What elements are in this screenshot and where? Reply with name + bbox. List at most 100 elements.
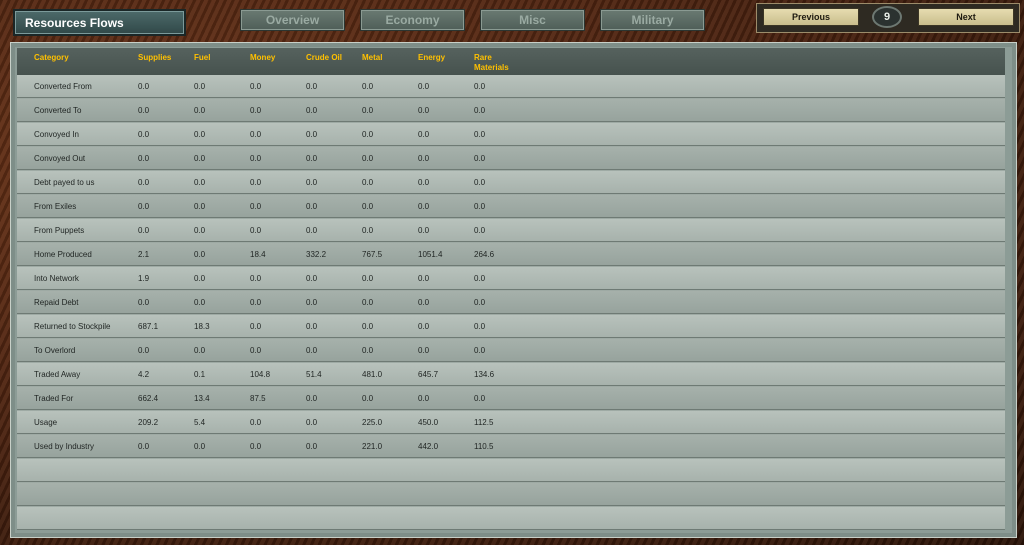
table-row: Debt payed to us 0.0 0.0 0.0 0.0 0.0 0.0 0.0 xyxy=(17,171,1005,194)
cell-energy: 0.0 xyxy=(418,178,430,187)
cell-money: 0.0 xyxy=(250,130,262,139)
column-header-money[interactable]: Money xyxy=(250,53,275,63)
column-header-metal[interactable]: Metal xyxy=(362,53,382,63)
row-category-label: Convoyed In xyxy=(34,130,79,139)
cell-metal: 0.0 xyxy=(362,274,374,283)
column-header-energy[interactable]: Energy xyxy=(418,53,445,63)
cell-energy: 645.7 xyxy=(418,370,439,379)
cell-energy: 0.0 xyxy=(418,82,430,91)
row-category-label: From Puppets xyxy=(34,226,85,235)
cell-rare-materials: 0.0 xyxy=(474,346,486,355)
cell-rare-materials: 112.5 xyxy=(474,418,494,427)
cell-rare-materials: 0.0 xyxy=(474,298,486,307)
column-header-fuel[interactable]: Fuel xyxy=(194,53,210,63)
next-button[interactable]: Next xyxy=(918,8,1014,26)
cell-fuel: 0.0 xyxy=(194,226,206,235)
table-row: Home Produced 2.1 0.0 18.4 332.2 767.5 1051.4 2… xyxy=(17,243,1005,266)
cell-supplies: 0.0 xyxy=(138,106,150,115)
cell-supplies: 209.2 xyxy=(138,418,159,427)
cell-metal: 0.0 xyxy=(362,202,374,211)
cell-metal: 0.0 xyxy=(362,106,374,115)
cell-rare-materials: 0.0 xyxy=(474,130,486,139)
cell-money: 0.0 xyxy=(250,322,262,331)
cell-crude-oil: 0.0 xyxy=(306,154,318,163)
cell-metal: 0.0 xyxy=(362,154,374,163)
cell-rare-materials: 0.0 xyxy=(474,202,486,211)
cell-supplies: 0.0 xyxy=(138,130,150,139)
cell-rare-materials: 134.6 xyxy=(474,370,495,379)
cell-rare-materials: 0.0 xyxy=(474,274,486,283)
cell-metal: 0.0 xyxy=(362,322,374,331)
cell-rare-materials: 0.0 xyxy=(474,82,486,91)
column-header-supplies[interactable]: Supplies xyxy=(138,53,171,63)
tab-economy[interactable]: Economy xyxy=(360,9,465,31)
cell-money: 0.0 xyxy=(250,346,262,355)
resources-flow-table: Category Supplies Fuel Money Crude Oil Metal E… xyxy=(17,48,1005,530)
row-category-label: Into Network xyxy=(34,274,79,283)
cell-fuel: 0.0 xyxy=(194,298,206,307)
tab-military[interactable]: Military xyxy=(600,9,705,31)
cell-money: 0.0 xyxy=(250,106,262,115)
table-row: Returned to Stockpile 687.1 18.3 0.0 0.0 0.0 0… xyxy=(17,315,1005,338)
tab-misc[interactable]: Misc xyxy=(480,9,585,31)
column-header-category[interactable]: Category xyxy=(34,53,69,63)
row-category-label: Traded Away xyxy=(34,370,81,379)
cell-supplies: 0.0 xyxy=(138,442,150,451)
previous-button[interactable]: Previous xyxy=(763,8,859,26)
cell-money: 87.5 xyxy=(250,394,266,403)
cell-energy: 0.0 xyxy=(418,202,430,211)
cell-metal: 0.0 xyxy=(362,298,374,307)
cell-energy: 0.0 xyxy=(418,394,430,403)
row-category-label: Debt payed to us xyxy=(34,178,95,187)
cell-money: 0.0 xyxy=(250,226,262,235)
cell-crude-oil: 0.0 xyxy=(306,130,318,139)
cell-money: 104.8 xyxy=(250,370,271,379)
cell-metal: 221.0 xyxy=(362,442,383,451)
cell-supplies: 687.1 xyxy=(138,322,159,331)
row-category-label: Converted To xyxy=(34,106,82,115)
cell-supplies: 0.0 xyxy=(138,346,150,355)
table-row: Converted To 0.0 0.0 0.0 0.0 0.0 0.0 0.0 xyxy=(17,99,1005,122)
cell-fuel: 18.3 xyxy=(194,322,210,331)
table-row: Convoyed In 0.0 0.0 0.0 0.0 0.0 0.0 0.0 xyxy=(17,123,1005,146)
cell-fuel: 13.4 xyxy=(194,394,210,403)
cell-crude-oil: 0.0 xyxy=(306,274,318,283)
cell-fuel: 0.0 xyxy=(194,442,206,451)
table-row: Convoyed Out 0.0 0.0 0.0 0.0 0.0 0.0 0.0 xyxy=(17,147,1005,170)
cell-money: 0.0 xyxy=(250,202,262,211)
table-row: Usage 209.2 5.4 0.0 0.0 225.0 450.0 112.5 xyxy=(17,411,1005,434)
cell-energy: 0.0 xyxy=(418,346,430,355)
cell-money: 0.0 xyxy=(250,82,262,91)
cell-crude-oil: 0.0 xyxy=(306,322,318,331)
cell-supplies: 4.2 xyxy=(138,370,150,379)
table-row: To Overlord 0.0 0.0 0.0 0.0 0.0 0.0 0.0 xyxy=(17,339,1005,362)
row-category-label: Converted From xyxy=(34,82,92,91)
cell-crude-oil: 332.2 xyxy=(306,250,327,259)
cell-crude-oil: 0.0 xyxy=(306,226,318,235)
cell-rare-materials: 0.0 xyxy=(474,226,486,235)
table-row: Used by Industry 0.0 0.0 0.0 0.0 221.0 442.0 11… xyxy=(17,435,1005,458)
column-header-crude-oil[interactable]: Crude Oil xyxy=(306,53,342,63)
cell-rare-materials: 110.5 xyxy=(474,442,494,451)
row-category-label: To Overlord xyxy=(34,346,76,355)
table-row: Traded Away 4.2 0.1 104.8 51.4 481.0 645.7 134.… xyxy=(17,363,1005,386)
cell-crude-oil: 0.0 xyxy=(306,298,318,307)
cell-rare-materials: 0.0 xyxy=(474,106,486,115)
table-row: From Puppets 0.0 0.0 0.0 0.0 0.0 0.0 0.0 xyxy=(17,219,1005,242)
cell-supplies: 2.1 xyxy=(138,250,150,259)
tab-overview[interactable]: Overview xyxy=(240,9,345,31)
cell-rare-materials: 0.0 xyxy=(474,322,486,331)
cell-fuel: 0.0 xyxy=(194,82,206,91)
table-row: Traded For 662.4 13.4 87.5 0.0 0.0 0.0 0.0 xyxy=(17,387,1005,410)
cell-energy: 0.0 xyxy=(418,154,430,163)
cell-rare-materials: 0.0 xyxy=(474,154,486,163)
cell-money: 0.0 xyxy=(250,274,262,283)
cell-crude-oil: 0.0 xyxy=(306,394,318,403)
table-row: Converted From 0.0 0.0 0.0 0.0 0.0 0.0 0.0 xyxy=(17,75,1005,98)
cell-money: 0.0 xyxy=(250,178,262,187)
cell-metal: 0.0 xyxy=(362,82,374,91)
table-row: From Exiles 0.0 0.0 0.0 0.0 0.0 0.0 0.0 xyxy=(17,195,1005,218)
cell-crude-oil: 0.0 xyxy=(306,106,318,115)
column-header-rare-materials[interactable]: Rare Materials xyxy=(474,53,522,73)
row-category-label: Usage xyxy=(34,418,58,427)
